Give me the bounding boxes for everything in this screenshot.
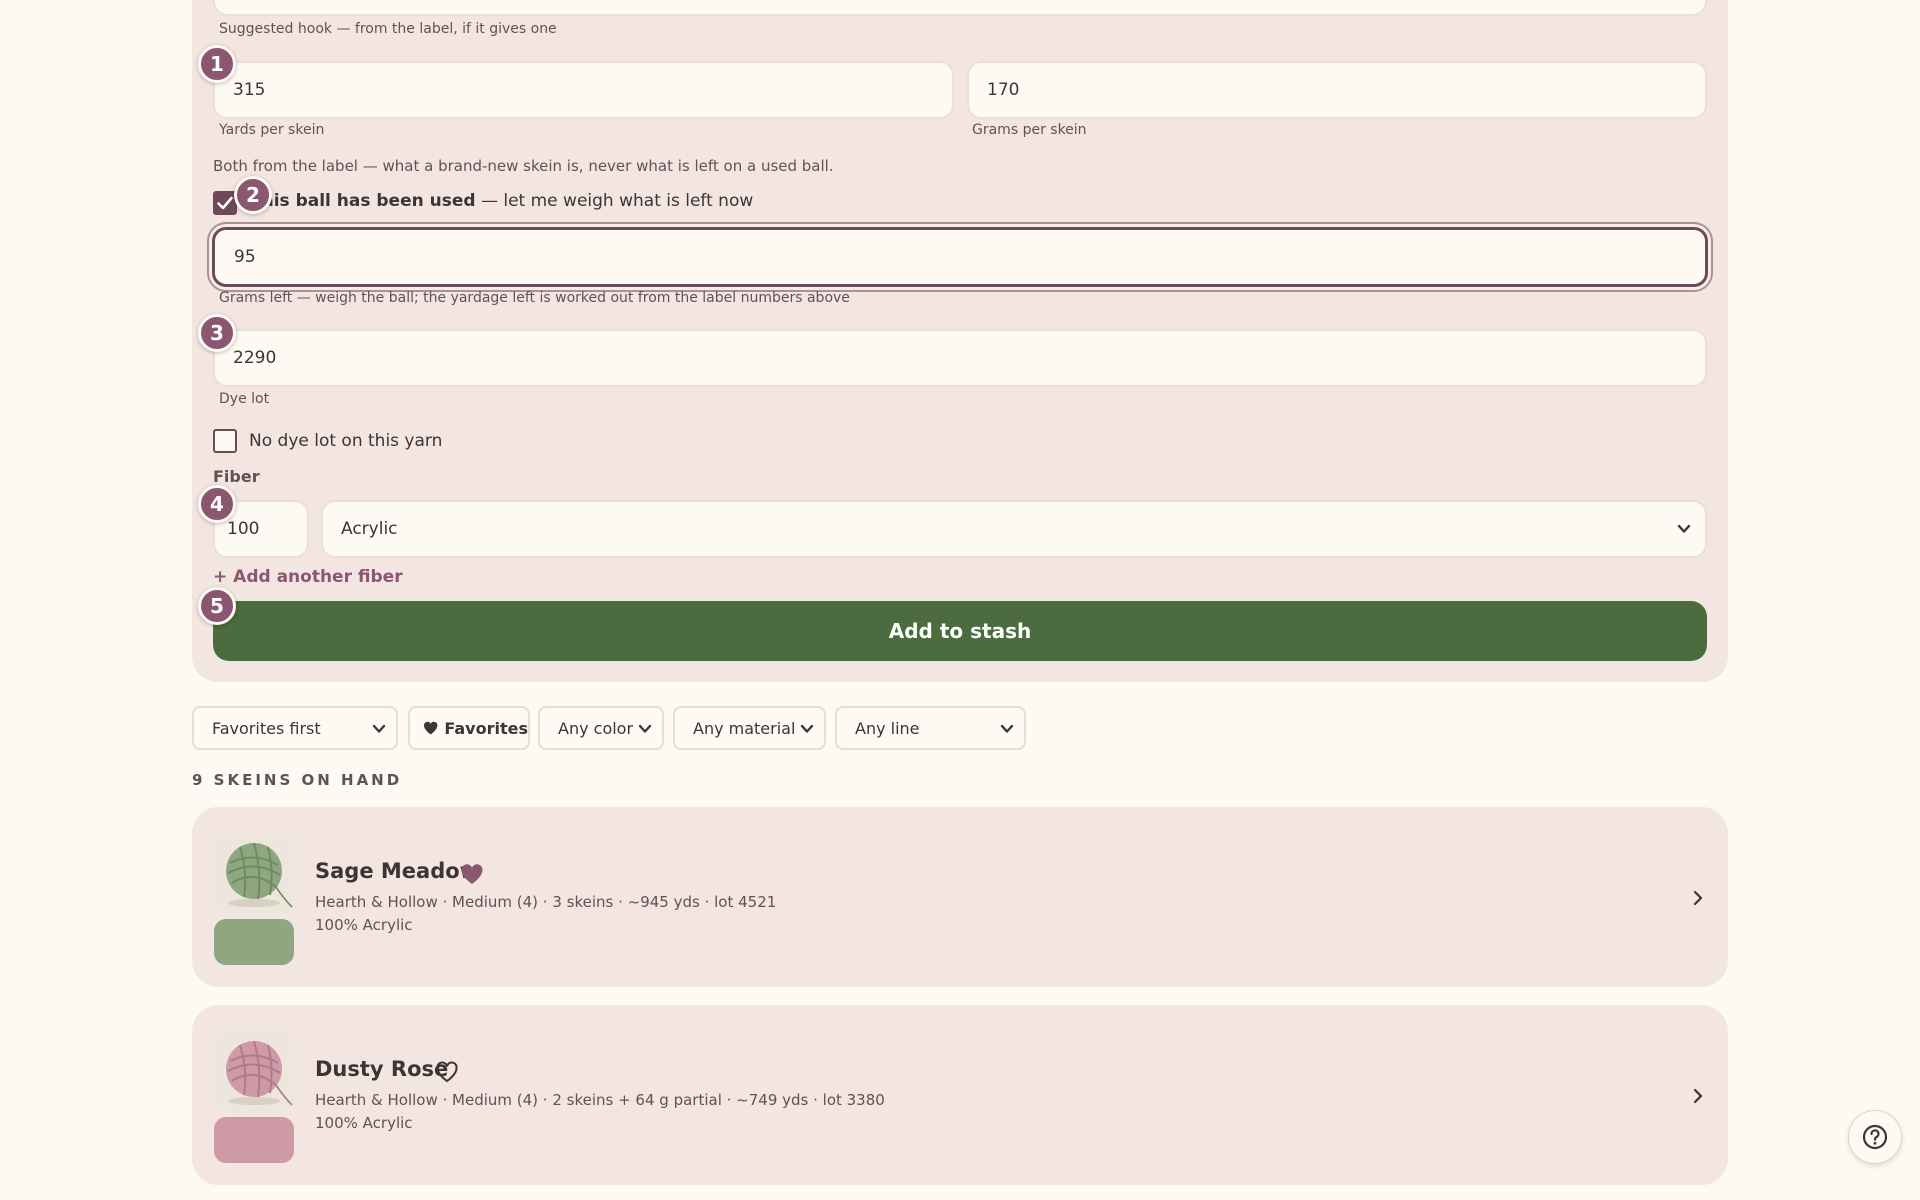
fiber-material-select[interactable]: Acrylic <box>321 500 1707 558</box>
favorite-heart-outline-icon[interactable] <box>435 1061 459 1083</box>
yarn-ball-icon <box>226 1040 293 1106</box>
dye-lot-input[interactable]: 2290 <box>213 329 1707 387</box>
skein-meta: Hearth & Hollow · Medium (4) · 3 skeins … <box>315 893 777 911</box>
step-badge-3: 3 <box>198 314 236 352</box>
skein-count-heading: 9 SKEINS ON HAND <box>192 771 403 789</box>
yards-per-skein-input[interactable]: 315 <box>213 61 954 119</box>
material-select-value: Any material <box>693 718 796 738</box>
color-swatch <box>214 1117 294 1163</box>
step-badge-5: 5 <box>198 587 236 625</box>
heart-icon <box>424 721 438 735</box>
chevron-down-icon <box>800 724 814 733</box>
chevron-down-icon <box>1677 524 1691 533</box>
used-ball-label-rest: — let me weigh what is left now <box>475 191 754 211</box>
skein-fiber: 100% Acrylic <box>315 916 413 934</box>
fiber-material-value: Acrylic <box>341 519 398 539</box>
yarn-ball-thumbnail <box>214 1031 294 1111</box>
chevron-down-icon <box>1000 724 1014 733</box>
color-swatch <box>214 919 294 965</box>
skein-fiber: 100% Acrylic <box>315 1114 413 1132</box>
sort-select[interactable]: Favorites first <box>192 706 398 750</box>
line-select-value: Any line <box>855 718 920 738</box>
skein-card[interactable]: Dusty Rose Hearth & Hollow · Medium (4) … <box>192 1005 1728 1185</box>
grams-help-text: Grams per skein <box>972 122 1087 138</box>
grams-left-input[interactable]: 95 <box>212 227 1708 287</box>
add-fiber-link[interactable]: + Add another fiber <box>213 567 403 587</box>
yards-help-text: Yards per skein <box>219 122 325 138</box>
hook-help-text: Suggested hook — from the label, if it g… <box>219 21 557 37</box>
step-badge-4: 4 <box>198 485 236 523</box>
skein-name: Sage Meadow <box>315 859 480 883</box>
grams-per-skein-input[interactable]: 170 <box>967 61 1707 119</box>
skein-card[interactable]: Sage Meadow Hearth & Hollow · Medium (4)… <box>192 807 1728 987</box>
step-badge-2: 2 <box>234 176 272 214</box>
used-ball-label-bold: This ball has been used <box>250 191 476 211</box>
favorite-heart-icon[interactable] <box>460 863 484 885</box>
chevron-right-icon <box>1693 1088 1703 1104</box>
color-select[interactable]: Any color <box>538 706 664 750</box>
material-select[interactable]: Any material <box>673 706 826 750</box>
yarn-ball-thumbnail <box>214 833 294 913</box>
color-select-value: Any color <box>558 718 634 738</box>
used-ball-label[interactable]: This ball has been used — let me weigh w… <box>250 191 753 211</box>
grams-left-help-text: Grams left — weigh the ball; the yardage… <box>219 290 850 306</box>
hook-input[interactable] <box>213 0 1707 16</box>
step-badge-1: 1 <box>198 45 236 83</box>
chevron-right-icon <box>1693 890 1703 906</box>
help-button[interactable] <box>1848 1110 1902 1164</box>
label-note: Both from the label — what a brand-new s… <box>213 157 834 175</box>
yarn-ball-icon <box>226 842 293 908</box>
sort-select-value: Favorites first <box>212 718 321 738</box>
favorites-toggle-label: Favorites <box>444 718 528 738</box>
line-select[interactable]: Any line <box>835 706 1026 750</box>
no-dye-lot-label[interactable]: No dye lot on this yarn <box>249 431 442 451</box>
chevron-down-icon <box>372 724 386 733</box>
add-to-stash-button[interactable]: Add to stash <box>213 601 1707 661</box>
question-icon <box>1862 1124 1888 1150</box>
dye-lot-help-text: Dye lot <box>219 391 270 407</box>
skein-name: Dusty Rose <box>315 1057 449 1081</box>
favorites-toggle[interactable]: Favorites <box>408 706 530 750</box>
check-icon <box>217 196 233 210</box>
chevron-down-icon <box>638 724 652 733</box>
skein-meta: Hearth & Hollow · Medium (4) · 2 skeins … <box>315 1091 885 1109</box>
fiber-heading: Fiber <box>213 467 260 486</box>
no-dye-lot-checkbox[interactable] <box>213 429 237 453</box>
